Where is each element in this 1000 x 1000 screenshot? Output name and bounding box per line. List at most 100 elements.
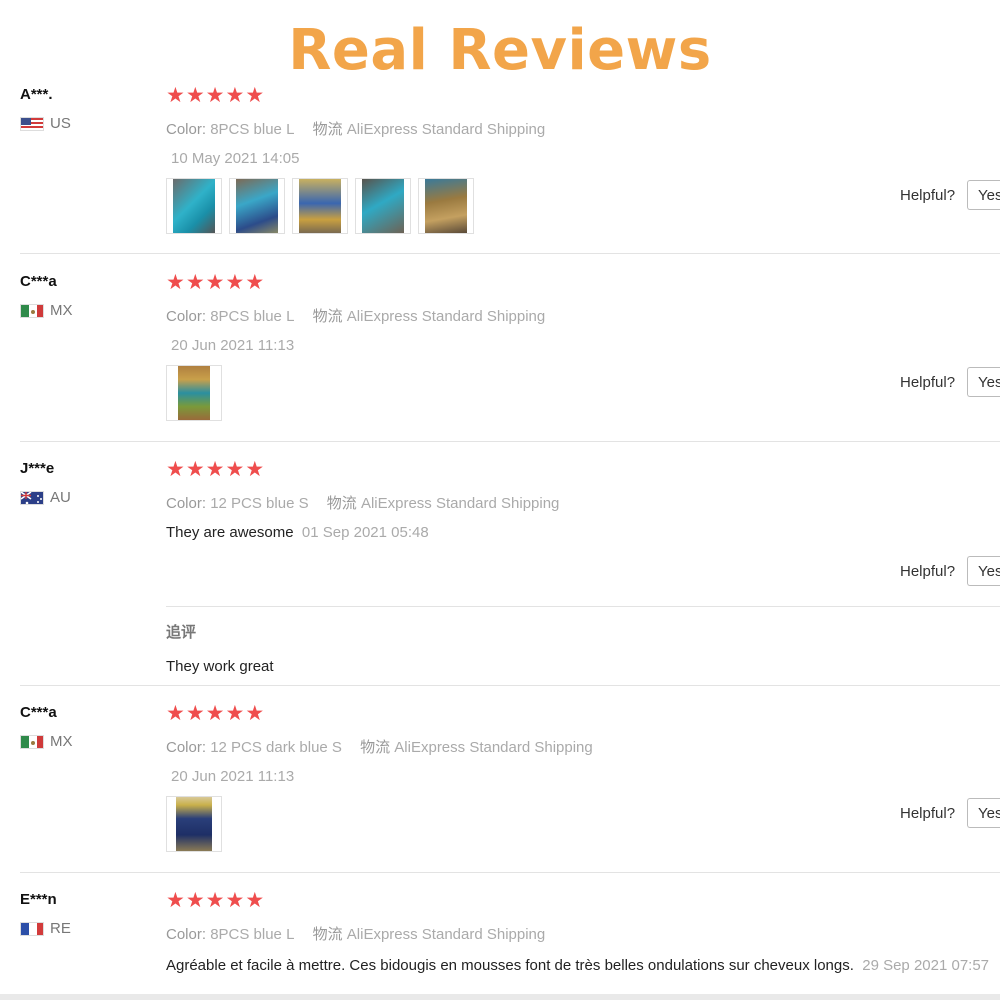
reviewer-info: A***. US <box>20 86 71 132</box>
helpful-label: Helpful? <box>900 373 956 391</box>
bottom-edge <box>0 994 1000 1000</box>
star-icon: ★ <box>225 271 246 294</box>
star-icon: ★ <box>166 458 186 481</box>
star-icon: ★ <box>166 84 186 107</box>
review-photo-thumbnail[interactable] <box>166 178 222 234</box>
shipping-value: AliExpress Standard Shipping <box>360 495 560 512</box>
star-icon: ★ <box>205 889 226 912</box>
star-icon: ★ <box>205 271 226 294</box>
flag-fr-icon <box>20 921 44 936</box>
review-meta: Color: 8PCS blue L 物流 AliExpress Standar… <box>166 118 1000 139</box>
star-icon: ★ <box>166 702 186 725</box>
photo-gallery <box>166 178 1000 234</box>
review-photo-thumbnail[interactable] <box>166 796 222 852</box>
flag-mx-icon <box>20 734 44 749</box>
star-icon: ★ <box>185 702 206 725</box>
review-item: C***a MX ★★★★★ Color: 8PCS blue L 物流 Ali… <box>0 271 1000 442</box>
country-code: US <box>50 115 71 132</box>
review-date: 10 May 2021 14:05 <box>171 150 300 167</box>
additional-review-text: They work great <box>166 658 274 675</box>
review-item: E***n RE ★★★★★ Color: 8PCS blue L 物流 Ali… <box>0 889 1000 1000</box>
reviewer-info: C***a MX <box>20 704 73 750</box>
review-date: 20 Jun 2021 11:13 <box>171 768 295 785</box>
country-code: MX <box>50 302 73 319</box>
helpful-yes-button[interactable]: Yes <box>967 367 1000 397</box>
shipping-label: 物流 <box>312 121 343 138</box>
color-label: Color: <box>166 926 207 943</box>
helpful-vote: Helpful? Yes <box>900 556 1000 586</box>
star-rating: ★★★★★ <box>166 458 1000 481</box>
reviewer-country: US <box>20 115 71 132</box>
review-meta: Color: 12 PCS dark blue S 物流 AliExpress … <box>166 736 1000 757</box>
shipping-label: 物流 <box>326 495 357 512</box>
star-rating: ★★★★★ <box>166 889 990 912</box>
flag-au-icon <box>20 490 44 505</box>
star-icon: ★ <box>166 889 186 912</box>
star-rating: ★★★★★ <box>166 702 1000 725</box>
star-icon: ★ <box>185 271 206 294</box>
star-icon: ★ <box>185 458 206 481</box>
review-meta: Color: 8PCS blue L 物流 AliExpress Standar… <box>166 305 1000 326</box>
helpful-label: Helpful? <box>900 186 956 204</box>
helpful-vote: Helpful? Yes <box>900 180 1000 210</box>
color-value: 12 PCS blue S <box>210 495 309 512</box>
star-icon: ★ <box>225 84 246 107</box>
helpful-yes-button[interactable]: Yes <box>967 180 1000 210</box>
star-rating: ★★★★★ <box>166 271 1000 294</box>
review-text: They are awesome <box>166 524 294 541</box>
star-icon: ★ <box>185 84 206 107</box>
shipping-value: AliExpress Standard Shipping <box>394 739 593 756</box>
color-value: 8PCS blue L <box>210 121 295 138</box>
review-photo-thumbnail[interactable] <box>418 178 474 234</box>
shipping-value: AliExpress Standard Shipping <box>346 308 546 325</box>
star-icon: ★ <box>245 84 266 107</box>
review-text: Agréable et facile à mettre. Ces bidougi… <box>166 957 854 974</box>
reviewer-country: MX <box>20 733 73 750</box>
reviewer-name: C***a <box>20 273 57 290</box>
shipping-label: 物流 <box>360 739 391 756</box>
review-photo-thumbnail[interactable] <box>292 178 348 234</box>
review-photo-thumbnail[interactable] <box>166 365 222 421</box>
reviewer-name: J***e <box>20 460 55 477</box>
review-item: C***a MX ★★★★★ Color: 12 PCS dark blue S… <box>0 702 1000 873</box>
star-icon: ★ <box>225 702 246 725</box>
review-date: 29 Sep 2021 07:57 <box>862 957 990 974</box>
star-icon: ★ <box>225 458 246 481</box>
additional-review: 追评 They work great <box>166 606 1000 675</box>
color-label: Color: <box>166 739 207 756</box>
review-meta: Color: 8PCS blue L 物流 AliExpress Standar… <box>166 923 990 944</box>
helpful-label: Helpful? <box>900 804 956 822</box>
shipping-value: AliExpress Standard Shipping <box>346 121 546 138</box>
star-icon: ★ <box>205 702 226 725</box>
color-label: Color: <box>166 308 207 325</box>
helpful-vote: Helpful? Yes <box>900 367 1000 397</box>
helpful-vote: Helpful? Yes <box>900 798 1000 828</box>
reviewer-country: AU <box>20 489 71 506</box>
review-photo-thumbnail[interactable] <box>229 178 285 234</box>
color-label: Color: <box>166 495 207 512</box>
color-value: 8PCS blue L <box>210 308 295 325</box>
star-icon: ★ <box>205 84 226 107</box>
color-label: Color: <box>166 121 207 138</box>
star-icon: ★ <box>245 702 266 725</box>
star-rating: ★★★★★ <box>166 84 1000 107</box>
reviewer-info: C***a MX <box>20 273 73 319</box>
color-value: 12 PCS dark blue S <box>210 739 342 756</box>
additional-review-title: 追评 <box>166 624 197 641</box>
star-icon: ★ <box>245 889 266 912</box>
flag-us-icon <box>20 116 44 131</box>
helpful-yes-button[interactable]: Yes <box>967 798 1000 828</box>
country-code: AU <box>50 489 71 506</box>
reviewer-name: E***n <box>20 891 57 908</box>
star-icon: ★ <box>185 889 206 912</box>
country-code: MX <box>50 733 73 750</box>
reviewer-country: MX <box>20 302 73 319</box>
country-code: RE <box>50 920 71 937</box>
star-icon: ★ <box>245 458 266 481</box>
review-item: A***. US ★★★★★ Color: 8PCS blue L 物流 Ali… <box>0 84 1000 254</box>
helpful-yes-button[interactable]: Yes <box>967 556 1000 586</box>
star-icon: ★ <box>166 271 186 294</box>
review-photo-thumbnail[interactable] <box>355 178 411 234</box>
review-item: J***e AU ★★★★★ Color: 12 PCS blue S 物流 A… <box>0 458 1000 686</box>
shipping-value: AliExpress Standard Shipping <box>346 926 546 943</box>
